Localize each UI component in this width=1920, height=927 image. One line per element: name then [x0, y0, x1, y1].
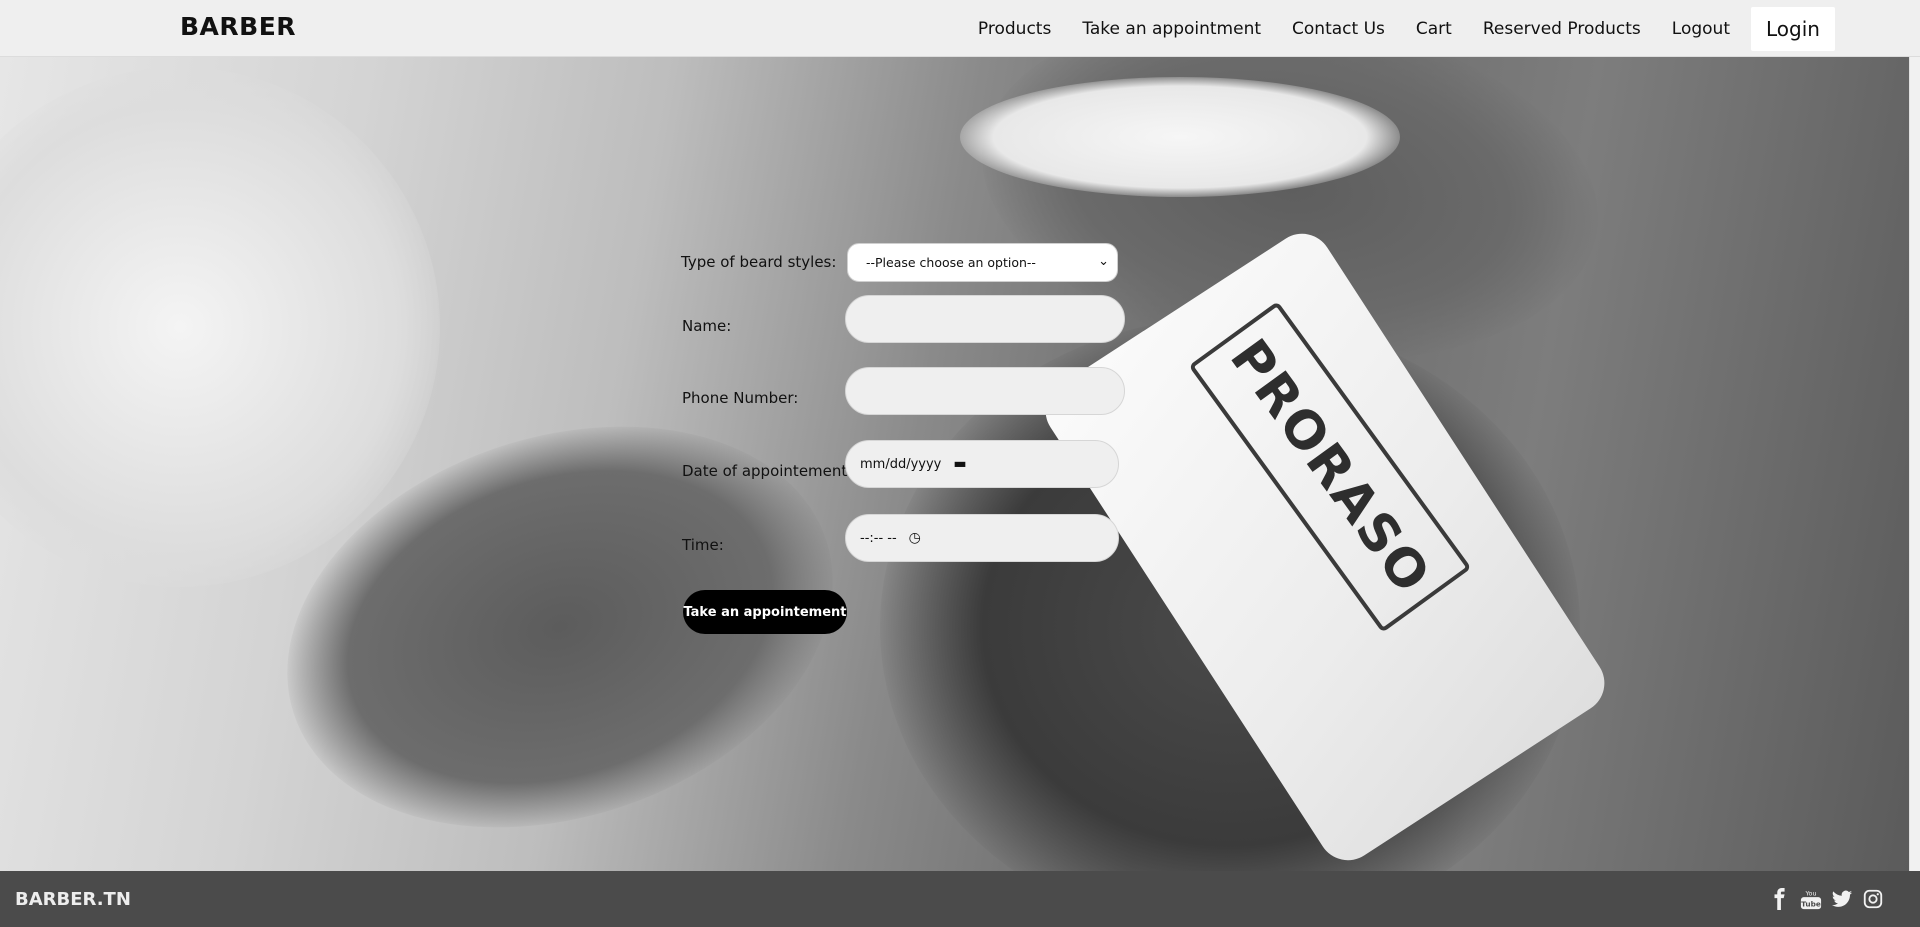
footer: BARBER.TN You Tube [0, 871, 1920, 927]
beard-style-selected: --Please choose an option-- [866, 255, 1036, 270]
calendar-icon[interactable]: ▬ [953, 456, 966, 472]
instagram-icon[interactable] [1862, 888, 1884, 910]
beard-style-label: Type of beard styles: [681, 253, 837, 271]
nav-contact-us[interactable]: Contact Us [1292, 19, 1385, 39]
svg-text:Tube: Tube [1801, 899, 1821, 908]
nav-logout[interactable]: Logout [1672, 19, 1730, 39]
nav-take-appointment[interactable]: Take an appointment [1082, 19, 1261, 39]
phone-input[interactable] [845, 367, 1125, 415]
svg-text:You: You [1804, 889, 1816, 897]
footer-brand: BARBER.TN [15, 889, 131, 910]
date-input[interactable]: mm/dd/yyyy ▬ [845, 440, 1119, 488]
twitter-icon[interactable] [1831, 888, 1853, 910]
date-placeholder: mm/dd/yyyy [860, 456, 942, 472]
photo-cuff-shape [960, 77, 1400, 197]
page-scrollbar[interactable] [1909, 57, 1920, 871]
clock-icon[interactable]: ◷ [909, 530, 921, 546]
name-input[interactable] [845, 295, 1125, 343]
date-label: Date of appointement: [682, 462, 853, 480]
social-links: You Tube [1760, 888, 1884, 910]
main-nav: Products Take an appointment Contact Us … [978, 0, 1730, 57]
chevron-down-icon: ⌄ [1098, 254, 1109, 269]
beard-style-select[interactable]: --Please choose an option-- ⌄ [847, 243, 1118, 282]
nav-reserved-products[interactable]: Reserved Products [1483, 19, 1641, 39]
time-input[interactable]: --:-- -- ◷ [845, 514, 1119, 562]
photo-sleeve-shape [0, 67, 440, 587]
top-navbar: BARBER Products Take an appointment Cont… [0, 0, 1920, 57]
facebook-icon[interactable] [1769, 888, 1791, 910]
phone-label: Phone Number: [682, 389, 799, 407]
take-appointment-button[interactable]: Take an appointement [683, 590, 847, 634]
nav-cart[interactable]: Cart [1416, 19, 1452, 39]
login-button[interactable]: Login [1751, 7, 1835, 51]
time-label: Time: [682, 536, 724, 554]
name-label: Name: [682, 317, 732, 335]
nav-products[interactable]: Products [978, 19, 1051, 39]
brand-logo[interactable]: BARBER [180, 12, 296, 41]
time-placeholder: --:-- -- [860, 530, 897, 546]
youtube-icon[interactable]: You Tube [1800, 888, 1822, 910]
